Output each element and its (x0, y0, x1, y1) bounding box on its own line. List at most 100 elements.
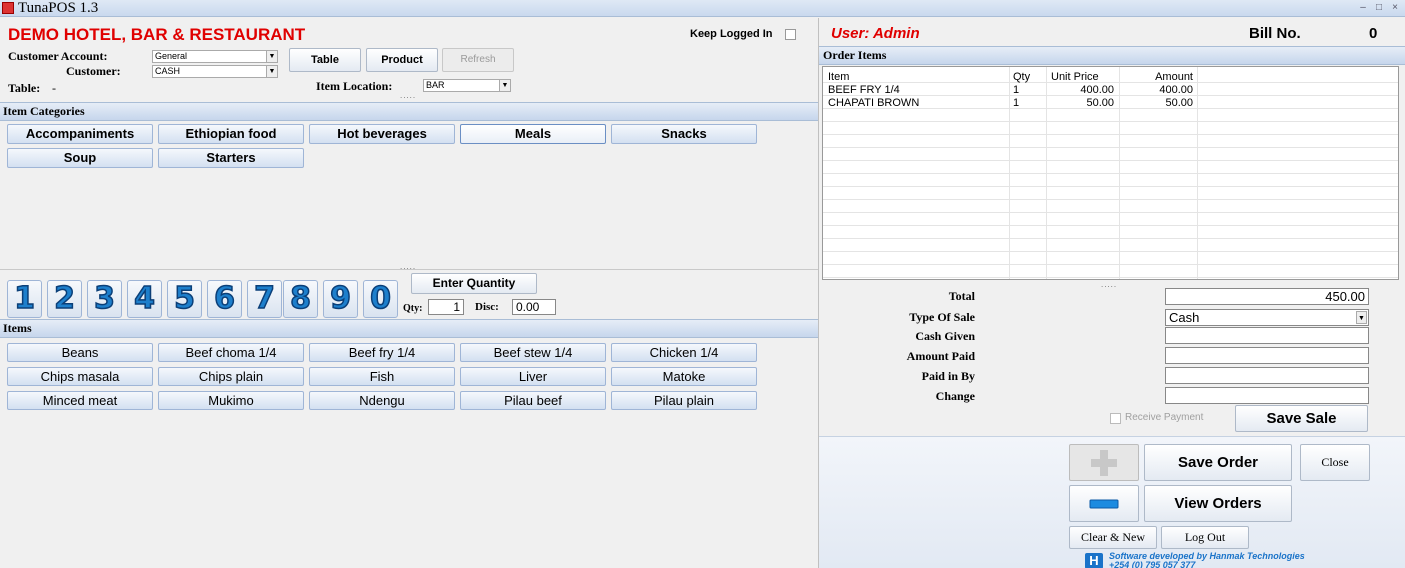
table-header-row: Item Qty Unit Price Amount (823, 71, 1398, 83)
table-row[interactable] (823, 123, 1398, 135)
table-row[interactable] (823, 266, 1398, 278)
chevron-down-icon: ▼ (266, 51, 277, 62)
table-button[interactable]: Table (289, 48, 361, 72)
qty-input[interactable]: 1 (428, 299, 464, 315)
table-row[interactable] (823, 214, 1398, 226)
item-button-liver[interactable]: Liver (460, 367, 606, 386)
customer-account-select[interactable]: General ▼ (152, 50, 278, 63)
close-button[interactable]: Close (1300, 444, 1370, 481)
change-input[interactable] (1165, 387, 1369, 404)
save-order-button[interactable]: Save Order (1144, 444, 1292, 481)
receive-payment-checkbox[interactable] (1110, 413, 1121, 424)
type-of-sale-select[interactable]: Cash ▼ (1165, 309, 1369, 326)
keypad-digit-4[interactable]: 4 (127, 280, 162, 318)
keypad-digit-7[interactable]: 7 (247, 280, 282, 318)
column-header-item[interactable]: Item (828, 71, 849, 83)
app-logo-icon (2, 2, 14, 14)
right-panel: User: Admin Bill No. 0 Order Items Item … (818, 18, 1405, 568)
product-button[interactable]: Product (366, 48, 438, 72)
category-button-hot-beverages[interactable]: Hot beverages (309, 124, 455, 144)
keypad-digit-9[interactable]: 9 (323, 280, 358, 318)
splitter-grip[interactable]: ..... (400, 91, 416, 100)
item-button-chicken[interactable]: Chicken 1/4 (611, 343, 757, 362)
keypad-digit-5[interactable]: 5 (167, 280, 202, 318)
table-row[interactable] (823, 110, 1398, 122)
table-row[interactable] (823, 149, 1398, 161)
item-button-pilau-beef[interactable]: Pilau beef (460, 391, 606, 410)
keypad-digit-6[interactable]: 6 (207, 280, 242, 318)
item-button-matoke[interactable]: Matoke (611, 367, 757, 386)
table-value: - (52, 81, 56, 95)
table-row[interactable] (823, 227, 1398, 239)
customer-value: CASH (155, 66, 181, 76)
bill-number-value: 0 (1369, 25, 1378, 42)
table-row[interactable] (823, 201, 1398, 213)
table-row[interactable] (823, 136, 1398, 148)
order-items-table[interactable]: Item Qty Unit Price Amount BEEF FRY 1/4 … (822, 66, 1399, 280)
maximize-icon[interactable]: □ (1372, 1, 1386, 15)
discount-input[interactable]: 0.00 (512, 299, 556, 315)
keypad-digit-8[interactable]: 8 (283, 280, 318, 318)
item-button-beef-stew[interactable]: Beef stew 1/4 (460, 343, 606, 362)
enter-quantity-button[interactable]: Enter Quantity (411, 273, 537, 294)
item-button-beans[interactable]: Beans (7, 343, 153, 362)
column-header-unit-price[interactable]: Unit Price (1051, 71, 1099, 83)
minimize-icon[interactable]: – (1356, 1, 1370, 15)
item-button-beef-fry[interactable]: Beef fry 1/4 (309, 343, 455, 362)
splitter-grip[interactable]: ..... (1101, 280, 1117, 289)
category-button-accompaniments[interactable]: Accompaniments (7, 124, 153, 144)
item-button-chips-plain[interactable]: Chips plain (158, 367, 304, 386)
view-orders-button[interactable]: View Orders (1144, 485, 1292, 522)
order-item-name: CHAPATI BROWN (828, 97, 920, 109)
add-quantity-button[interactable] (1069, 444, 1139, 481)
keep-logged-in-checkbox[interactable] (785, 29, 796, 40)
item-button-chips-masala[interactable]: Chips masala (7, 367, 153, 386)
column-header-qty[interactable]: Qty (1013, 71, 1030, 83)
left-panel: DEMO HOTEL, BAR & RESTAURANT Keep Logged… (0, 18, 818, 568)
log-out-button[interactable]: Log Out (1161, 526, 1249, 549)
keypad-digit-3[interactable]: 3 (87, 280, 122, 318)
keypad-digit-1[interactable]: 1 (7, 280, 42, 318)
item-location-select[interactable]: BAR ▼ (423, 79, 511, 92)
keep-logged-in-label: Keep Logged In (690, 28, 773, 40)
item-button-fish[interactable]: Fish (309, 367, 455, 386)
table-row[interactable] (823, 175, 1398, 187)
table-row[interactable] (823, 188, 1398, 200)
item-button-pilau-plain[interactable]: Pilau plain (611, 391, 757, 410)
cash-given-input[interactable] (1165, 327, 1369, 344)
remove-quantity-button[interactable] (1069, 485, 1139, 522)
keypad-digit-2[interactable]: 2 (47, 280, 82, 318)
column-header-amount[interactable]: Amount (1123, 71, 1193, 83)
divider (0, 269, 818, 270)
amount-paid-input[interactable] (1165, 347, 1369, 364)
item-button-mukimo[interactable]: Mukimo (158, 391, 304, 410)
customer-select[interactable]: CASH ▼ (152, 65, 278, 78)
order-item-name: BEEF FRY 1/4 (828, 84, 900, 96)
category-button-soup[interactable]: Soup (7, 148, 153, 168)
item-button-ndengu[interactable]: Ndengu (309, 391, 455, 410)
item-location-value: BAR (426, 80, 445, 90)
clear-and-new-button[interactable]: Clear & New (1069, 526, 1157, 549)
minus-icon (1089, 499, 1119, 509)
category-button-starters[interactable]: Starters (158, 148, 304, 168)
table-row[interactable]: BEEF FRY 1/4 1 400.00 400.00 (823, 84, 1398, 96)
order-item-unit-price: 50.00 (1086, 97, 1114, 109)
category-button-snacks[interactable]: Snacks (611, 124, 757, 144)
paid-in-by-input[interactable] (1165, 367, 1369, 384)
category-button-ethiopian-food[interactable]: Ethiopian food (158, 124, 304, 144)
refresh-button[interactable]: Refresh (442, 48, 514, 72)
plus-icon (1091, 450, 1117, 476)
table-row[interactable] (823, 240, 1398, 252)
order-item-unit-price: 400.00 (1080, 84, 1114, 96)
hotel-name: DEMO HOTEL, BAR & RESTAURANT (8, 25, 306, 44)
item-button-beef-choma[interactable]: Beef choma 1/4 (158, 343, 304, 362)
table-row[interactable]: CHAPATI BROWN 1 50.00 50.00 (823, 97, 1398, 109)
item-button-minced-meat[interactable]: Minced meat (7, 391, 153, 410)
category-button-meals[interactable]: Meals (460, 124, 606, 144)
current-user: User: Admin (831, 25, 920, 42)
table-row[interactable] (823, 162, 1398, 174)
close-window-icon[interactable]: × (1388, 1, 1402, 15)
keypad-digit-0[interactable]: 0 (363, 280, 398, 318)
table-row[interactable] (823, 253, 1398, 265)
save-sale-button[interactable]: Save Sale (1235, 405, 1368, 432)
